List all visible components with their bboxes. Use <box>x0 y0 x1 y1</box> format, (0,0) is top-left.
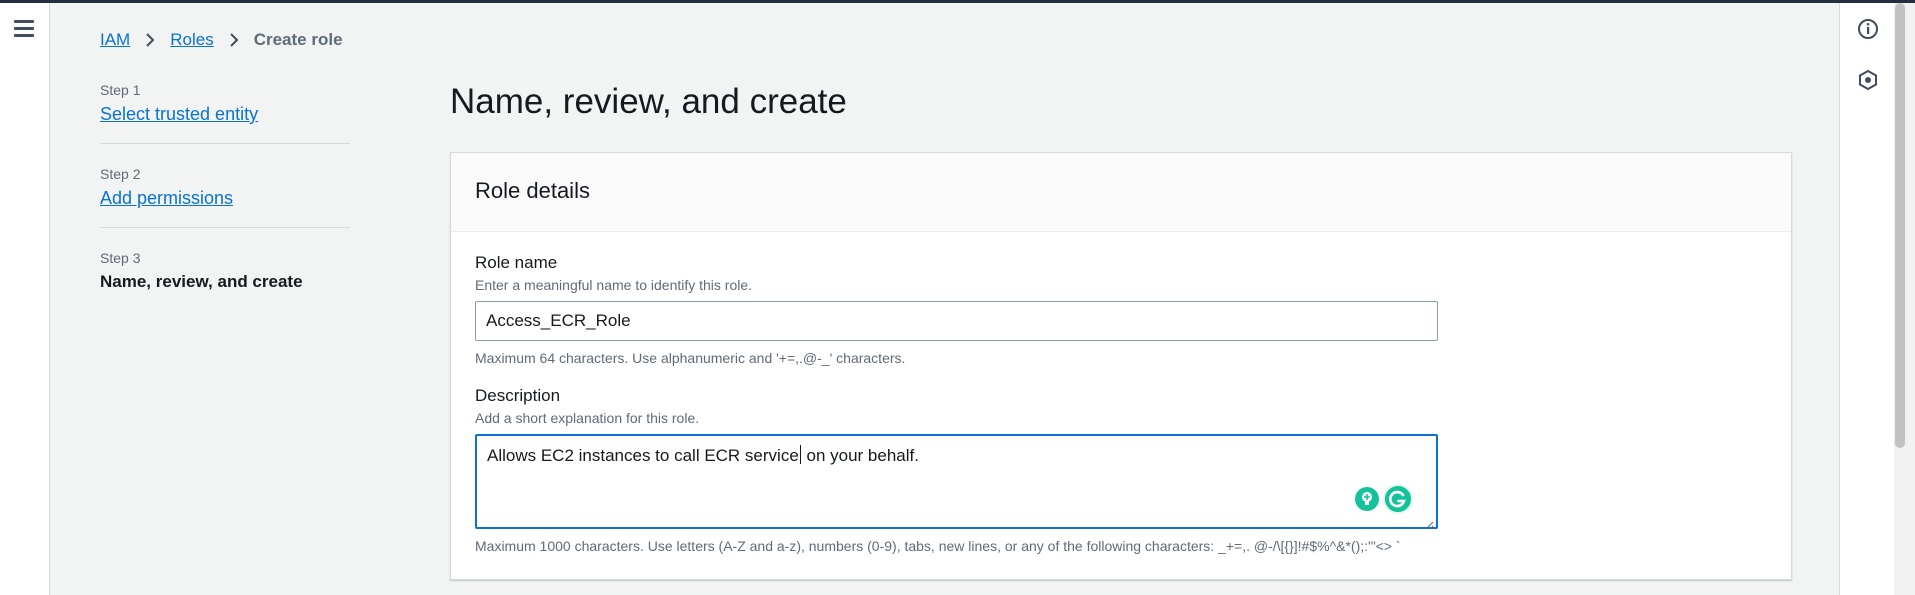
step-number: Step 2 <box>100 166 141 182</box>
info-icon[interactable] <box>1857 18 1879 40</box>
description-field: Description Add a short explanation for … <box>475 386 1438 554</box>
top-bar <box>0 0 1915 3</box>
grammarly-suggestion-icon[interactable] <box>1355 487 1379 511</box>
hamburger-menu-icon[interactable] <box>14 20 36 38</box>
breadcrumb-roles[interactable]: Roles <box>170 30 213 50</box>
left-nav-rail <box>0 3 50 595</box>
description-hint: Add a short explanation for this role. <box>475 410 700 426</box>
chevron-right-icon <box>228 32 240 48</box>
page-scrollbar[interactable] <box>1894 3 1915 595</box>
role-name-hint: Enter a meaningful name to identify this… <box>475 277 753 293</box>
chevron-right-icon <box>144 32 156 48</box>
role-name-input[interactable]: Access_ECR_Role <box>475 301 1438 341</box>
description-label: Description <box>475 386 561 405</box>
scrollbar-thumb[interactable] <box>1895 3 1905 448</box>
page-title: Name, review, and create <box>450 82 847 121</box>
role-name-field: Role name Enter a meaningful name to ide… <box>475 253 1438 366</box>
text-cursor <box>799 445 801 464</box>
resize-handle-icon[interactable] <box>1424 515 1434 530</box>
role-details-panel: Role details Role name Enter a meaningfu… <box>450 152 1792 580</box>
step-number: Step 1 <box>100 82 141 98</box>
description-text-before: Allows EC2 instances to call ECR service <box>487 446 799 465</box>
role-name-label: Role name <box>475 253 558 272</box>
panel-header: Role details <box>451 153 1791 232</box>
description-text-after: on your behalf. <box>801 446 919 465</box>
step-link-select-trusted-entity[interactable]: Select trusted entity <box>100 104 350 125</box>
breadcrumb-current: Create role <box>253 30 343 49</box>
description-constraint: Maximum 1000 characters. Use letters (A-… <box>475 538 1401 554</box>
step-link-add-permissions[interactable]: Add permissions <box>100 188 350 209</box>
wizard-steps: Step 1 Select trusted entity Step 2 Add … <box>100 82 350 332</box>
right-tools-rail <box>1839 3 1894 595</box>
breadcrumb-iam[interactable]: IAM <box>100 30 130 50</box>
description-textarea[interactable]: Allows EC2 instances to call ECR service… <box>475 434 1438 530</box>
wizard-step-3: Step 3 Name, review, and create <box>100 250 350 310</box>
hexagon-settings-icon[interactable] <box>1857 69 1879 91</box>
step-current-label: Name, review, and create <box>100 272 303 291</box>
role-name-constraint: Maximum 64 characters. Use alphanumeric … <box>475 350 906 366</box>
step-number: Step 3 <box>100 250 141 266</box>
grammarly-icon[interactable] <box>1383 484 1413 514</box>
breadcrumb: IAM Roles Create role <box>100 30 343 50</box>
wizard-step-1: Step 1 Select trusted entity <box>100 82 350 144</box>
wizard-step-2: Step 2 Add permissions <box>100 166 350 228</box>
